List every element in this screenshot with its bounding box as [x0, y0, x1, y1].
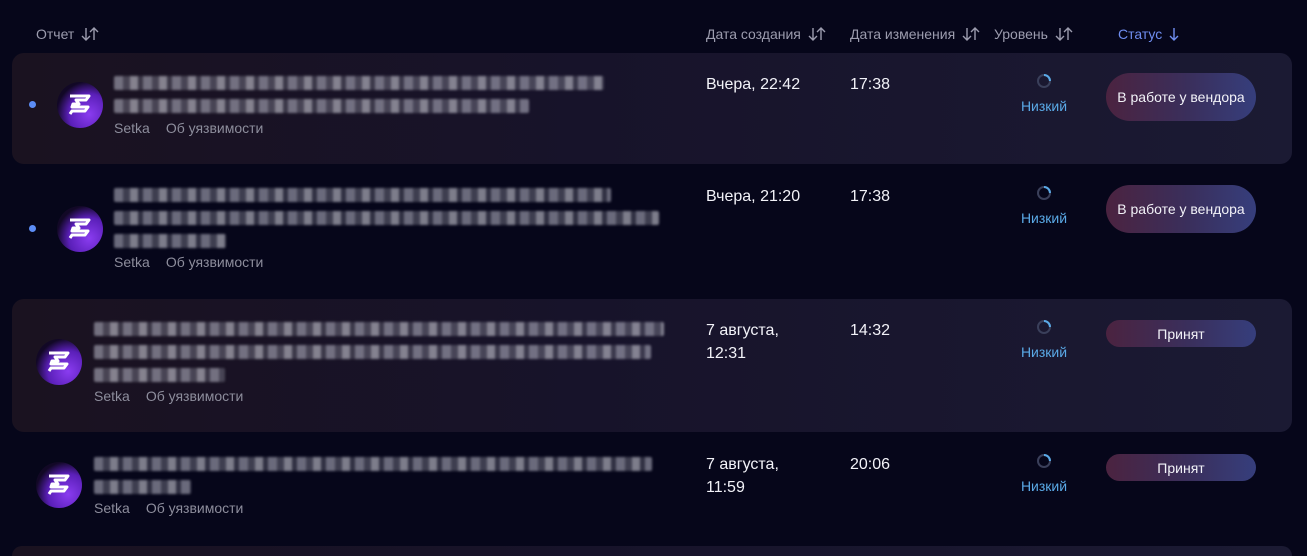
level-cell: Низкий: [1004, 319, 1084, 360]
avatar: [57, 82, 103, 128]
sort-both-icon: [961, 26, 981, 42]
column-header-status[interactable]: Статус: [1118, 26, 1180, 42]
status-badge[interactable]: Принят: [1106, 454, 1256, 481]
org-name: Setka: [114, 254, 150, 270]
level-label: Низкий: [1020, 478, 1068, 494]
level-cell: Низкий: [1004, 185, 1084, 226]
modified-date: 17:38: [850, 76, 891, 93]
setka-logo-icon: [68, 94, 91, 115]
level-cell: Низкий: [1004, 73, 1084, 114]
created-date: 7 августа, 12:31: [706, 322, 779, 362]
level-label: Низкий: [1020, 98, 1068, 114]
created-date: Вчера, 22:42: [706, 76, 801, 93]
report-title-redacted[interactable]: [94, 322, 664, 391]
level-label: Низкий: [1020, 210, 1068, 226]
column-header-report-label: Отчет: [36, 26, 75, 42]
status-badge[interactable]: Принят: [1106, 320, 1256, 347]
loading-spinner-icon: [1037, 186, 1051, 200]
report-meta: Setka Об уязвимости: [94, 388, 243, 404]
report-category: Об уязвимости: [165, 254, 264, 270]
avatar: [36, 462, 82, 508]
report-meta: Setka Об уязвимости: [114, 120, 263, 136]
table-row-partial[interactable]: [12, 546, 1292, 556]
column-header-level[interactable]: Уровень: [994, 26, 1074, 42]
report-title-redacted[interactable]: [94, 457, 654, 503]
report-title-redacted[interactable]: [114, 188, 659, 257]
column-header-modified[interactable]: Дата изменения: [850, 26, 981, 42]
level-label: Низкий: [1020, 344, 1068, 360]
report-category: Об уязвимости: [145, 500, 244, 516]
table-header: Отчет Дата создания Дата изменения Урове…: [0, 0, 1307, 52]
report-category: Об уязвимости: [145, 388, 244, 404]
modified-date: 14:32: [850, 322, 891, 339]
level-cell: Низкий: [1004, 453, 1084, 494]
modified-date: 17:38: [850, 188, 891, 205]
unread-indicator: [29, 225, 36, 232]
loading-spinner-icon: [1037, 454, 1051, 468]
modified-date: 20:06: [850, 456, 891, 473]
report-meta: Setka Об уязвимости: [114, 254, 263, 270]
org-name: Setka: [94, 500, 130, 516]
reports-page: Отчет Дата создания Дата изменения Урове…: [0, 0, 1307, 556]
sort-down-icon: [1168, 26, 1180, 42]
loading-spinner-icon: [1037, 74, 1051, 88]
setka-logo-icon: [47, 351, 70, 372]
unread-indicator: [29, 101, 36, 108]
setka-logo-icon: [68, 218, 91, 239]
status-badge[interactable]: В работе у вендора: [1106, 185, 1256, 233]
avatar: [57, 206, 103, 252]
report-category: Об уязвимости: [165, 120, 264, 136]
column-header-created-label: Дата создания: [706, 26, 801, 42]
org-name: Setka: [114, 120, 150, 136]
column-header-status-label: Статус: [1118, 26, 1163, 42]
sort-both-icon: [807, 26, 827, 42]
avatar: [36, 339, 82, 385]
created-date: Вчера, 21:20: [706, 188, 801, 205]
sort-both-icon: [1054, 26, 1074, 42]
setka-logo-icon: [47, 474, 70, 495]
column-header-created[interactable]: Дата создания: [706, 26, 827, 42]
sort-both-icon: [80, 26, 100, 42]
created-date: 7 августа, 11:59: [706, 456, 779, 496]
report-meta: Setka Об уязвимости: [94, 500, 243, 516]
loading-spinner-icon: [1037, 320, 1051, 334]
status-badge[interactable]: В работе у вендора: [1106, 73, 1256, 121]
column-header-modified-label: Дата изменения: [850, 26, 956, 42]
org-name: Setka: [94, 388, 130, 404]
column-header-level-label: Уровень: [994, 26, 1048, 42]
report-title-redacted[interactable]: [114, 76, 604, 122]
column-header-report[interactable]: Отчет: [36, 26, 100, 42]
